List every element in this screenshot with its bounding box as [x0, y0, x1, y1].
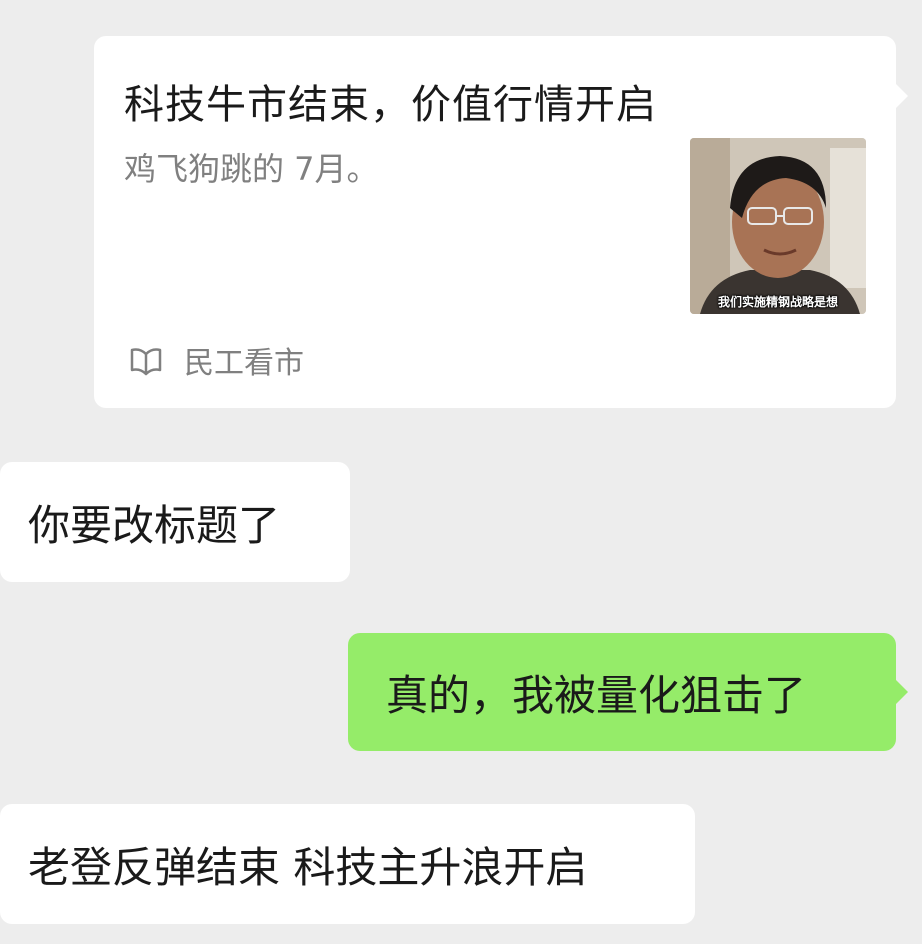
incoming-message-bubble[interactable]: 老登反弹结束 科技主升浪开启 — [0, 804, 695, 924]
card-bubble-tail — [896, 84, 908, 108]
outgoing-bubble-tail — [896, 680, 908, 704]
incoming-message-bubble[interactable]: 你要改标题了 — [0, 462, 350, 582]
article-description: 鸡飞狗跳的 7月。 — [124, 150, 379, 188]
message-text: 你要改标题了 — [28, 500, 281, 550]
article-title: 科技牛市结束，价值行情开启 — [124, 82, 657, 128]
article-source: 民工看市 — [128, 340, 304, 381]
outgoing-message-bubble[interactable]: 真的，我被量化狙击了 — [348, 633, 896, 751]
message-text: 老登反弹结束 科技主升浪开启 — [28, 842, 588, 892]
article-thumbnail: 我们实施精钢战略是想 — [690, 138, 866, 314]
thumbnail-portrait-image — [690, 138, 866, 314]
message-text: 真的，我被量化狙击了 — [386, 670, 807, 720]
source-name: 民工看市 — [184, 346, 304, 381]
shared-article-card[interactable]: 科技牛市结束，价值行情开启 鸡飞狗跳的 7月。 我们实施精钢战略是想 民工看市 — [94, 36, 896, 408]
book-icon — [130, 348, 162, 376]
thumbnail-caption: 我们实施精钢战略是想 — [717, 295, 838, 309]
